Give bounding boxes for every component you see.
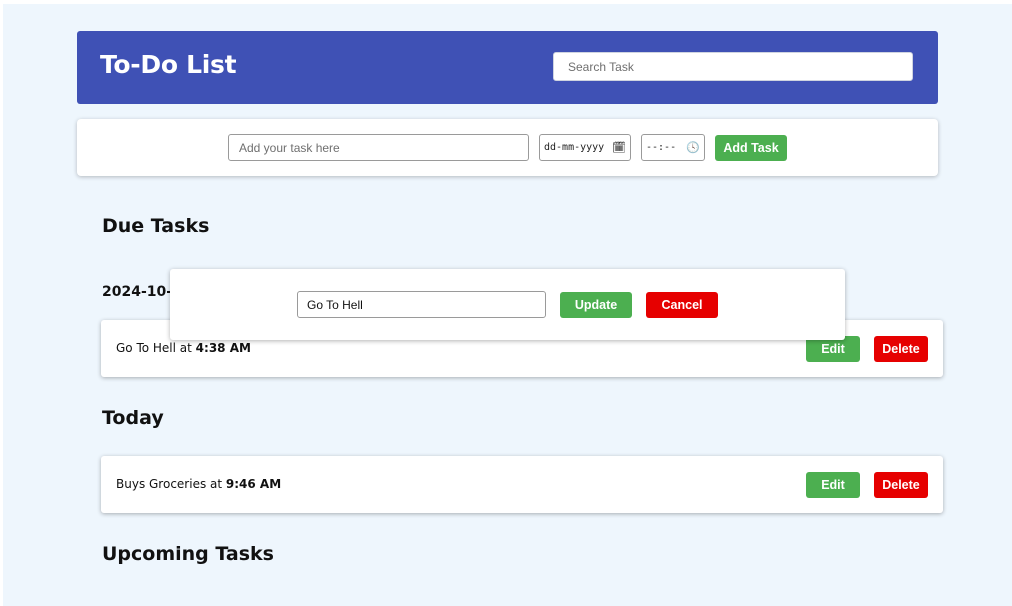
- app-header: To-Do List: [77, 31, 938, 104]
- delete-button[interactable]: Delete: [874, 336, 928, 362]
- time-placeholder: --:--: [646, 142, 677, 153]
- cancel-button[interactable]: Cancel: [646, 292, 718, 318]
- add-task-button[interactable]: Add Task: [715, 135, 787, 161]
- search-input[interactable]: [553, 52, 913, 81]
- task-name: Buys Groceries: [116, 477, 207, 491]
- calendar-icon[interactable]: 🗓: [612, 141, 626, 154]
- task-time: 9:46 AM: [225, 477, 282, 491]
- task-text: Go To Hell at 4:38 AM: [116, 341, 251, 355]
- edit-task-dialog: Update Cancel: [170, 269, 845, 340]
- today-heading: Today: [102, 407, 164, 429]
- update-button[interactable]: Update: [560, 292, 632, 318]
- task-card: Buys Groceries at 9:46 AM Edit Delete: [101, 456, 943, 513]
- task-at: at: [206, 477, 226, 491]
- delete-button[interactable]: Delete: [874, 472, 928, 498]
- task-text: Buys Groceries at 9:46 AM: [116, 477, 281, 491]
- task-time: 4:38 AM: [195, 341, 251, 355]
- task-input[interactable]: [228, 134, 529, 161]
- edit-button[interactable]: Edit: [806, 472, 860, 498]
- edit-task-input[interactable]: [297, 291, 546, 318]
- upcoming-tasks-heading: Upcoming Tasks: [102, 543, 274, 565]
- due-tasks-heading: Due Tasks: [102, 215, 210, 237]
- date-placeholder: dd-mm-yyyy: [544, 142, 605, 153]
- task-at: at: [175, 341, 196, 355]
- task-name: Go To Hell: [116, 341, 176, 355]
- app-title: To-Do List: [100, 50, 237, 79]
- clock-icon[interactable]: 🕓: [686, 141, 700, 154]
- date-input[interactable]: dd-mm-yyyy 🗓: [539, 134, 631, 161]
- time-input[interactable]: --:-- 🕓: [641, 134, 705, 161]
- add-task-form: dd-mm-yyyy 🗓 --:-- 🕓 Add Task: [77, 119, 938, 176]
